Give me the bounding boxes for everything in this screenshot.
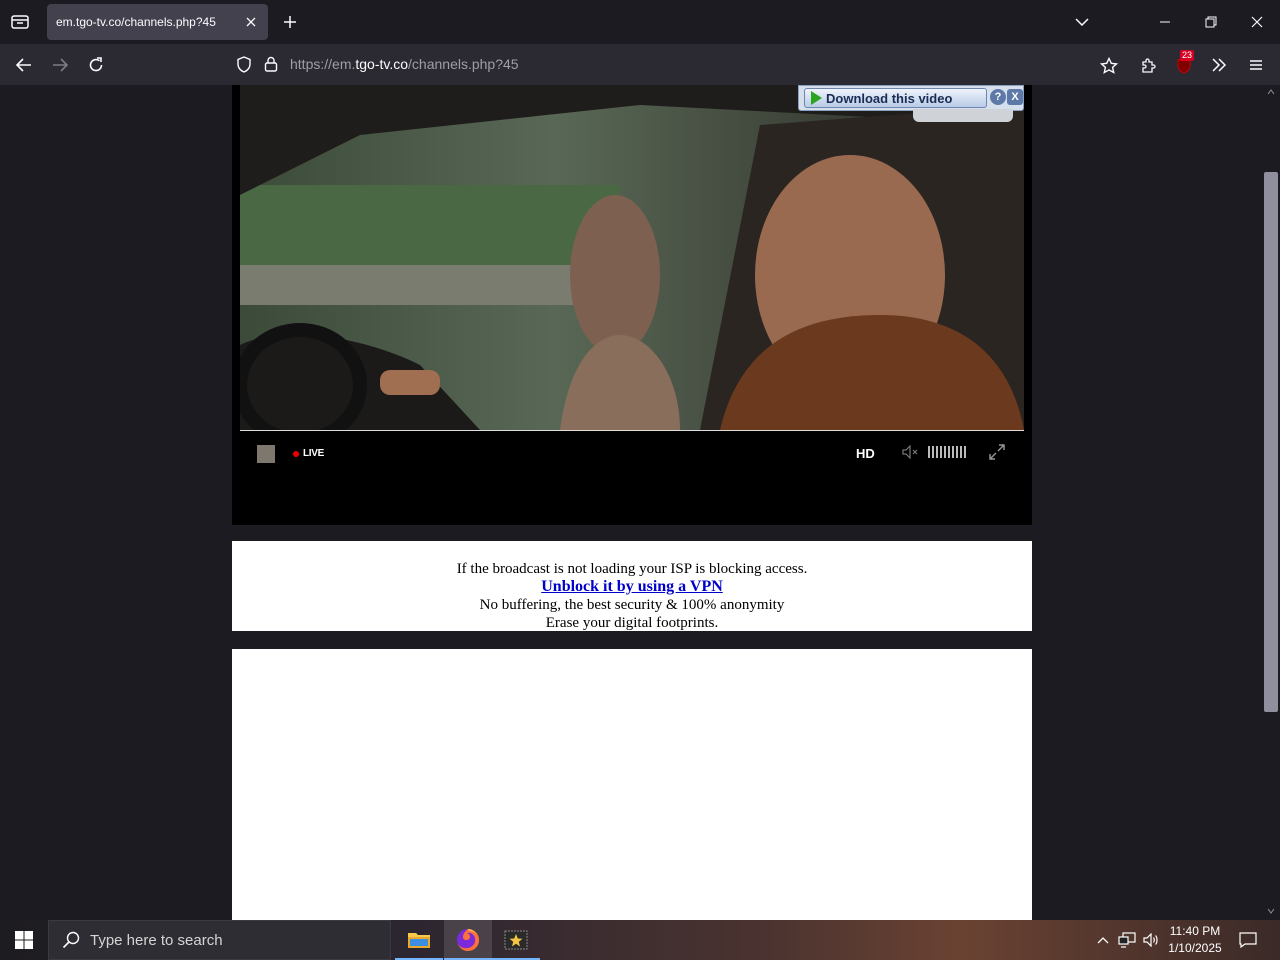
hd-button[interactable]: HD	[856, 446, 875, 461]
video-still-image	[240, 85, 1024, 430]
tab-bar: em.tgo-tv.co/channels.php?45	[0, 0, 1280, 44]
tab-active[interactable]: em.tgo-tv.co/channels.php?45	[47, 4, 268, 40]
play-arrow-icon	[811, 91, 822, 105]
scroll-up-arrow-icon[interactable]	[1267, 89, 1275, 95]
stop-icon[interactable]	[257, 445, 275, 463]
extension-badge: 23	[1180, 50, 1195, 61]
close-window-icon[interactable]	[1243, 8, 1271, 36]
back-arrow-icon[interactable]	[11, 52, 37, 78]
video-player[interactable]: LIVE HD	[232, 85, 1032, 525]
forward-arrow-icon[interactable]	[47, 52, 73, 78]
tab-close-icon[interactable]	[242, 13, 260, 31]
clock-date: 1/10/2025	[1168, 941, 1222, 955]
firefox-taskbar-icon[interactable]	[444, 920, 492, 960]
tab-list-chevron-down-icon[interactable]	[1068, 8, 1096, 36]
url-path: /channels.php?45	[408, 56, 519, 72]
tab-title: em.tgo-tv.co/channels.php?45	[56, 15, 216, 29]
reload-icon[interactable]	[83, 52, 109, 78]
network-icon[interactable]	[1116, 920, 1138, 960]
page-scrollbar[interactable]	[1262, 85, 1280, 920]
scroll-down-arrow-icon[interactable]	[1267, 908, 1275, 914]
live-label: LIVE	[303, 448, 325, 459]
notification-center-icon[interactable]	[1234, 920, 1262, 960]
download-label: Download this video	[826, 90, 953, 106]
tray-chevron-up-icon[interactable]	[1092, 920, 1114, 960]
vpn-line-4: Erase your digital footprints.	[545, 615, 719, 631]
url-subdomain: em.	[332, 56, 356, 72]
vpn-line-1: If the broadcast is not loading your ISP…	[456, 561, 808, 577]
video-frame[interactable]	[240, 85, 1024, 430]
file-explorer-icon[interactable]	[395, 920, 443, 960]
windows-start-icon[interactable]	[0, 920, 48, 960]
live-dot-icon	[293, 450, 299, 457]
player-controls: LIVE HD	[240, 440, 1024, 470]
search-icon	[62, 931, 80, 949]
progress-line[interactable]	[240, 430, 1024, 431]
tracking-shield-icon[interactable]	[236, 56, 252, 78]
help-button[interactable]: ?	[990, 89, 1006, 105]
close-download-bar-button[interactable]: X	[1007, 89, 1023, 105]
url-bar[interactable]: https://em.tgo-tv.co/channels.php?45	[228, 48, 1128, 80]
url-prefix: https://	[290, 56, 333, 72]
bookmark-star-icon[interactable]	[1096, 52, 1122, 78]
taskbar-clock[interactable]: 11:40 PM 1/10/2025	[1160, 923, 1230, 957]
clock-time: 11:40 PM	[1169, 924, 1221, 938]
download-toolbar: Download this video ? X	[798, 85, 1024, 111]
vpn-notice: If the broadcast is not loading your ISP…	[232, 541, 1032, 631]
page-content: LIVE HD Download this video ? X If the b…	[0, 85, 1262, 920]
lock-icon[interactable]	[264, 56, 278, 77]
vpn-unblock-link[interactable]: Unblock it by using a VPN	[541, 578, 723, 595]
new-tab-plus-icon[interactable]	[279, 11, 301, 33]
windows-taskbar: Type here to search 11:40 PM 1/10/2025	[0, 920, 1280, 960]
url-text[interactable]: https://em.tgo-tv.co/channels.php?45	[290, 56, 519, 72]
media-app-star-icon[interactable]	[492, 920, 540, 960]
navigation-bar: https://em.tgo-tv.co/channels.php?45 23	[0, 44, 1280, 85]
hamburger-menu-icon[interactable]	[1243, 52, 1269, 78]
extensions-puzzle-icon[interactable]	[1135, 52, 1161, 78]
scroll-thumb[interactable]	[1264, 172, 1278, 712]
taskbar-search-box[interactable]: Type here to search	[48, 920, 391, 960]
download-video-button[interactable]: Download this video	[804, 88, 987, 108]
speaker-mute-icon[interactable]	[902, 444, 918, 464]
overflow-chevrons-icon[interactable]	[1206, 52, 1232, 78]
firefox-view-icon[interactable]	[8, 10, 32, 34]
minimize-icon[interactable]	[1151, 8, 1179, 36]
blank-content-panel	[232, 649, 1032, 920]
fullscreen-icon[interactable]	[989, 444, 1005, 465]
volume-slider[interactable]	[928, 446, 968, 458]
volume-icon[interactable]	[1140, 920, 1162, 960]
url-host: tgo-tv.co	[355, 56, 409, 72]
search-placeholder: Type here to search	[90, 931, 223, 949]
vpn-line-3: No buffering, the best security & 100% a…	[479, 597, 785, 613]
live-indicator: LIVE	[293, 448, 324, 459]
restore-icon[interactable]	[1197, 8, 1225, 36]
download-toolbar-tab	[913, 109, 1013, 122]
